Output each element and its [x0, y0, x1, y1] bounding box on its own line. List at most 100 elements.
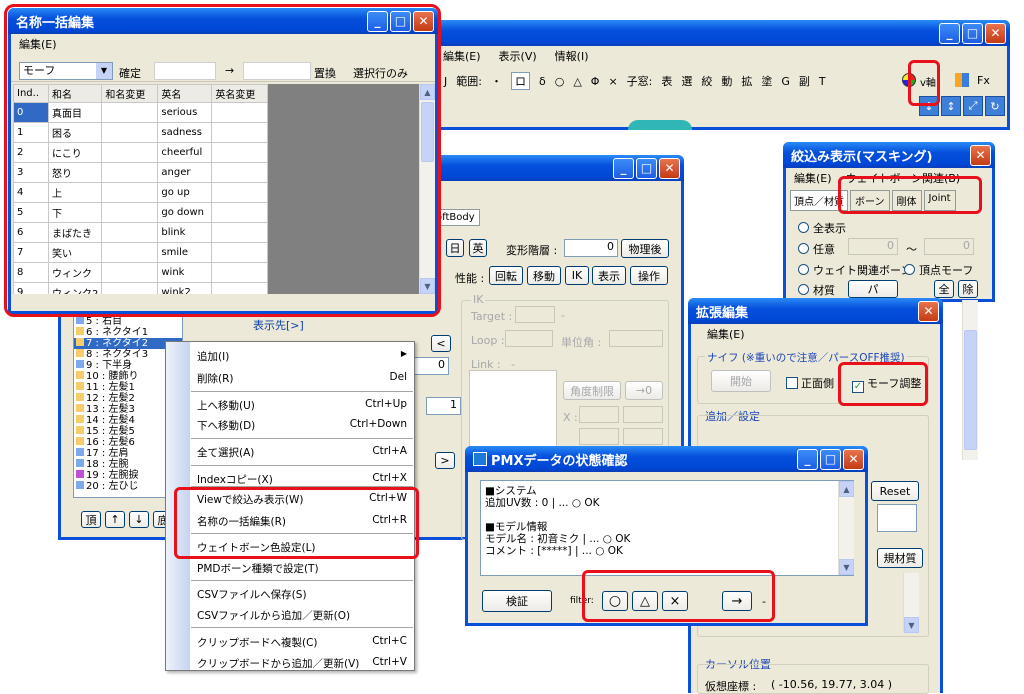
remove-button[interactable]: 除 — [958, 280, 978, 298]
model-preview-fragment — [628, 120, 692, 130]
bone-minimize-button[interactable]: _ — [613, 157, 634, 179]
subwin-table[interactable]: 表 — [661, 73, 672, 89]
scroll-thumb[interactable] — [964, 330, 977, 450]
bone-field-b[interactable]: 1 — [426, 397, 461, 415]
range-phi[interactable]: Φ — [591, 75, 600, 88]
ext-menu-edit[interactable]: 編集(E) — [707, 326, 745, 342]
menu-view[interactable]: 表示(V) — [499, 48, 537, 64]
report-line: 追加UV数 : 0 | ... ○ OK — [485, 497, 600, 509]
mask-title-bar: 絞込み表示(マスキング) ✕ — [783, 142, 995, 168]
all-button[interactable]: 全 — [934, 280, 954, 298]
pmx-title-bar: PMXデータの状態確認 _ □ ✕ — [465, 446, 868, 472]
minimize-button[interactable]: _ — [939, 22, 960, 44]
radio-any[interactable]: 任意 — [798, 241, 835, 257]
range-box[interactable]: ロ — [510, 72, 530, 90]
tool-j[interactable]: J — [444, 75, 447, 88]
subwin-motion[interactable]: 動 — [721, 73, 732, 89]
subwin-t[interactable]: T — [819, 75, 826, 88]
range-dot[interactable]: ・ — [491, 73, 502, 89]
maximize-button[interactable]: □ — [962, 22, 983, 44]
subwin-filter[interactable]: 絞 — [701, 73, 712, 89]
arrow-zero-button[interactable]: →0 — [625, 381, 663, 400]
mask-scrollbar[interactable] — [962, 300, 978, 460]
menu-separator — [191, 438, 413, 439]
bone-close-button[interactable]: ✕ — [659, 157, 680, 179]
display-target-link[interactable]: 表示先[>] — [253, 317, 304, 333]
menu-info[interactable]: 情報(I) — [555, 48, 589, 64]
menu-item-delete[interactable]: 削除(R) Del — [197, 371, 407, 386]
subwin-select[interactable]: 選 — [681, 73, 692, 89]
range-delta[interactable]: δ — [539, 75, 546, 88]
menu-item-select-all[interactable]: 全て選択(A) Ctrl+A — [197, 445, 407, 460]
highlight-morph-adjust — [838, 362, 928, 406]
subwin-paint[interactable]: 塗 — [761, 73, 772, 89]
radio-vertex-morph[interactable]: 頂点モーフ — [904, 262, 973, 278]
menu-item-move-down[interactable]: 下へ移動(D) Ctrl+Down — [197, 418, 407, 433]
radio-material[interactable]: 材質 — [798, 282, 835, 298]
pmx-minimize-button[interactable]: _ — [797, 448, 818, 470]
any-from-input: 0 — [848, 238, 898, 255]
front-side-checkbox[interactable]: 正面側 — [786, 375, 834, 391]
menu-item-clipboard-paste[interactable]: クリップボードから追加／更新(V) Ctrl+V — [197, 656, 407, 671]
scroll-up-icon[interactable]: ▲ — [839, 481, 854, 497]
pmx-maximize-button[interactable]: □ — [820, 448, 841, 470]
operate-button[interactable]: 操作 — [630, 266, 668, 285]
menu-separator — [191, 391, 413, 392]
show-button[interactable]: 表示 — [592, 266, 626, 285]
rotate-button[interactable]: 回転 — [489, 266, 523, 285]
knife-start-button[interactable]: 開始 — [711, 370, 771, 392]
ext-scrollbar[interactable]: ▼ — [903, 573, 919, 633]
up-button[interactable]: ↑ — [105, 511, 125, 528]
range-circle[interactable]: ○ — [555, 75, 565, 88]
menu-separator — [191, 627, 413, 628]
pmx-scrollbar[interactable]: ▲ ▼ — [838, 481, 854, 575]
partial-button[interactable]: パ — [848, 280, 898, 298]
scroll-down-icon[interactable]: ▼ — [839, 559, 854, 575]
range-triangle[interactable]: △ — [573, 75, 581, 88]
transform-input[interactable]: 0 — [564, 239, 618, 257]
subwin-sub[interactable]: 副 — [799, 73, 810, 89]
reset-view-icon[interactable]: ↻ — [985, 96, 1005, 116]
grid-icon[interactable] — [955, 73, 969, 87]
scale-view-icon[interactable]: ⤢ — [963, 96, 983, 116]
range-times[interactable]: × — [608, 75, 617, 88]
fx-button[interactable]: Fx — [977, 74, 990, 87]
menu-edit[interactable]: 編集(E) — [443, 48, 481, 64]
list-item[interactable]: 5 : 右目 — [74, 316, 182, 327]
mask-menu-edit[interactable]: 編集(E) — [794, 170, 832, 186]
pmx-close-button[interactable]: ✕ — [843, 448, 864, 470]
menu-item-csv-load[interactable]: CSVファイルから追加／更新(O) — [197, 608, 407, 623]
menu-item-index-copy[interactable]: Indexコピー(X) Ctrl+X — [197, 472, 407, 487]
ik-button[interactable]: IK — [565, 266, 589, 285]
less-button[interactable]: < — [431, 335, 451, 352]
menu-item-csv-save[interactable]: CSVファイルへ保存(S) — [197, 587, 407, 602]
btn-day[interactable]: 日 — [446, 239, 464, 257]
more-button[interactable]: > — [435, 452, 455, 469]
verify-button[interactable]: 検証 — [482, 590, 552, 612]
pmx-report-text[interactable]: ■システム 追加UV数 : 0 | ... ○ OK ■モデル情報 モデル名 :… — [480, 480, 854, 576]
physics-after-button[interactable]: 物理後 — [621, 239, 669, 258]
btn-english[interactable]: 英 — [469, 239, 487, 257]
mask-close-button[interactable]: ✕ — [970, 144, 991, 166]
top-button[interactable]: 頂 — [81, 511, 101, 528]
scroll-down-icon[interactable]: ▼ — [904, 617, 919, 633]
close-button[interactable]: ✕ — [985, 22, 1006, 44]
move-button[interactable]: 移動 — [527, 266, 561, 285]
menu-item-move-up[interactable]: 上へ移動(U) Ctrl+Up — [197, 398, 407, 413]
angle-limit-button[interactable]: 角度制限 — [563, 381, 621, 400]
move-view-icon[interactable]: ↕ — [941, 96, 961, 116]
radio-all-show[interactable]: 全表示 — [798, 220, 846, 236]
new-material-button[interactable]: 規材質 — [877, 548, 923, 568]
ext-input[interactable] — [877, 504, 917, 532]
reset-button[interactable]: Reset — [871, 481, 919, 501]
radio-weight-related[interactable]: ウェイト関連ボーン — [798, 262, 911, 278]
list-item[interactable]: 6 : ネクタイ1 — [74, 327, 182, 338]
menu-item-add[interactable]: 追加(I) ▶ — [197, 349, 407, 364]
subwin-g[interactable]: G — [781, 75, 790, 88]
menu-item-clipboard-copy[interactable]: クリップボードへ複製(C) Ctrl+C — [197, 635, 407, 650]
bone-maximize-button[interactable]: □ — [636, 157, 657, 179]
ext-close-button[interactable]: ✕ — [918, 300, 939, 322]
subwin-extend[interactable]: 拡 — [741, 73, 752, 89]
menu-item-pmd-bone-type[interactable]: PMDボーン種類で設定(T) — [197, 561, 407, 576]
down-button[interactable]: ↓ — [129, 511, 149, 528]
